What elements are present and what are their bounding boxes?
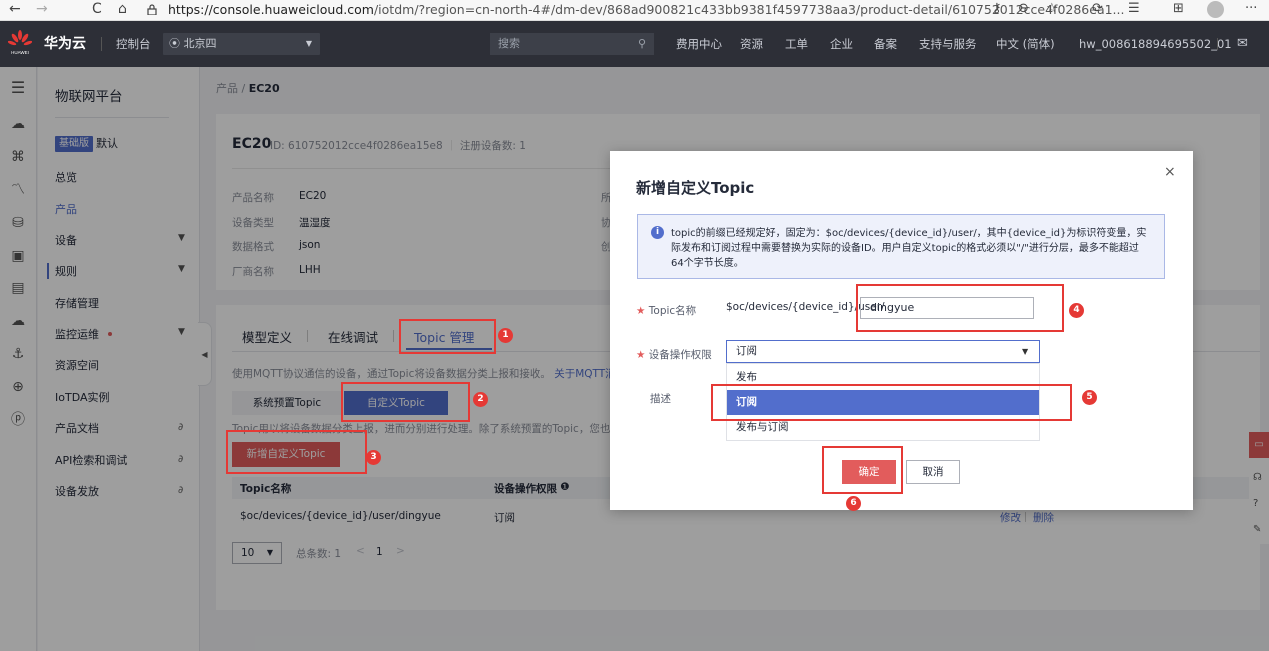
step-marker-3: 3 (366, 450, 381, 465)
zoom-icon[interactable]: ⊖ (1018, 1, 1029, 16)
home-icon[interactable]: ⌂ (118, 1, 127, 17)
forward-arrow-icon[interactable]: → (36, 1, 48, 17)
nav-enterprise[interactable]: 企业 (830, 21, 853, 67)
chevron-down-icon[interactable]: ▼ (1022, 347, 1028, 356)
url-host: https://console.huaweicloud.com (168, 2, 374, 17)
step-marker-1: 1 (498, 328, 513, 343)
nav-support[interactable]: 支持与服务 (919, 21, 977, 67)
favorite-icon[interactable]: ☆ (1046, 1, 1058, 16)
topic-name-label: ★ Topic名称 (636, 303, 696, 318)
step-marker-6: 6 (846, 496, 861, 511)
info-notice: i topic的前缀已经规定好，固定为：$oc/devices/{device_… (637, 214, 1165, 279)
search-input[interactable]: 搜索 ⚲ (490, 33, 654, 55)
highlight-box-1 (399, 319, 496, 354)
permission-label-text: 设备操作权限 (648, 349, 712, 361)
dialog-title: 新增自定义Topic (636, 179, 755, 197)
step-marker-5: 5 (1082, 390, 1097, 405)
highlight-box-2 (341, 382, 470, 422)
cancel-button[interactable]: 取消 (906, 460, 960, 484)
console-link[interactable]: 控制台 (116, 21, 151, 67)
highlight-box-4 (856, 284, 1064, 332)
divider (101, 37, 102, 51)
highlight-box-3 (226, 430, 367, 474)
lock-icon (147, 4, 157, 18)
collections-icon[interactable]: ⊞ (1173, 1, 1184, 16)
url-field[interactable]: https://console.huaweicloud.com/iotdm/?r… (168, 0, 1124, 19)
extensions-icon[interactable]: ⟳ (1092, 1, 1103, 16)
highlight-box-5 (711, 384, 1072, 421)
permission-label: ★ 设备操作权限 (636, 347, 712, 362)
svg-text:HUAWEI: HUAWEI (11, 50, 29, 55)
huawei-logo-icon[interactable]: HUAWEI (8, 30, 32, 56)
nav-filing[interactable]: 备案 (874, 21, 897, 67)
region-label: 北京四 (183, 37, 217, 50)
favorites-list-icon[interactable]: ☰ (1128, 1, 1140, 16)
nav-language[interactable]: 中文 (简体) (996, 21, 1055, 67)
info-icon: i (651, 226, 664, 239)
region-selector[interactable]: ⦿ 北京四 ▼ (163, 33, 320, 55)
permission-select[interactable]: 订阅 (726, 340, 1040, 363)
search-placeholder: 搜索 (498, 37, 520, 50)
highlight-box-6 (822, 446, 903, 494)
top-navigation: HUAWEI 华为云 控制台 ⦿ 北京四 ▼ 搜索 ⚲ 费用中心 资源 工单 企… (0, 21, 1269, 67)
chevron-down-icon: ▼ (305, 39, 312, 48)
more-icon[interactable]: ··· (1245, 1, 1257, 16)
search-icon[interactable]: ⚲ (638, 33, 646, 55)
nav-billing[interactable]: 费用中心 (676, 21, 722, 67)
mail-icon[interactable]: ✉ (1237, 21, 1248, 67)
step-marker-2: 2 (473, 392, 488, 407)
url-path: /iotdm/?region=cn-north-4#/dm-dev/868ad9… (373, 2, 1125, 17)
step-marker-4: 4 (1069, 303, 1084, 318)
close-icon[interactable]: × (1164, 164, 1176, 180)
nav-resources[interactable]: 资源 (740, 21, 763, 67)
info-text: topic的前缀已经规定好，固定为：$oc/devices/{device_id… (671, 228, 1147, 269)
topic-label-text: Topic名称 (648, 305, 697, 317)
description-label: 描述 (650, 393, 671, 405)
back-arrow-icon[interactable]: ← (9, 1, 21, 17)
key-icon[interactable]: ⚷ (992, 1, 1002, 16)
required-mark: ★ (636, 349, 646, 361)
required-mark: ★ (636, 305, 646, 317)
reload-icon[interactable]: C (92, 1, 102, 17)
brand-name[interactable]: 华为云 (44, 21, 86, 67)
nav-username[interactable]: hw_008618894695502_01 (1079, 21, 1232, 67)
location-icon: ⦿ (169, 37, 184, 50)
profile-avatar[interactable] (1207, 1, 1224, 18)
nav-tickets[interactable]: 工单 (785, 21, 808, 67)
browser-toolbar: ← → C ⌂ https://console.huaweicloud.com/… (0, 0, 1269, 21)
divider (1217, 38, 1218, 50)
